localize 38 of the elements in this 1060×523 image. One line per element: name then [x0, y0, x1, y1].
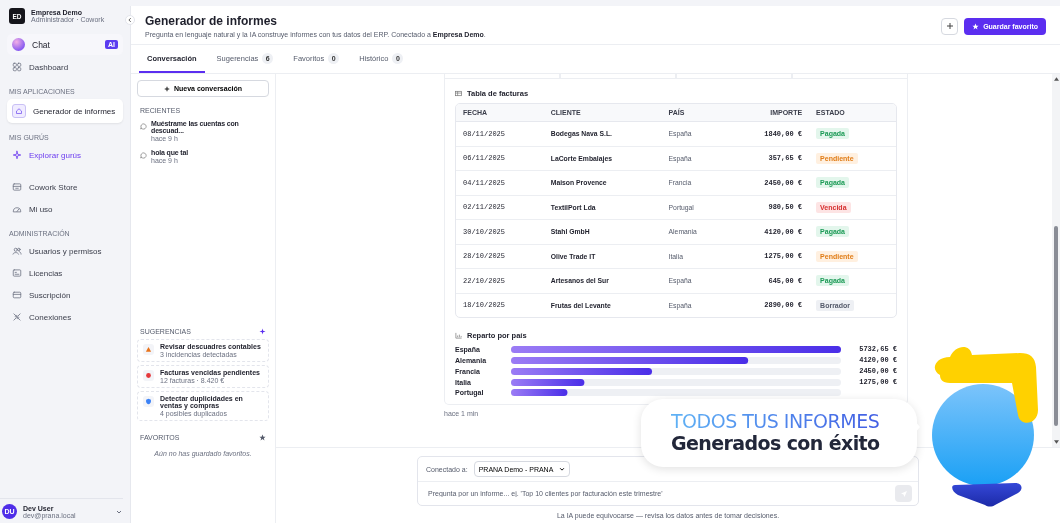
table-icon [455, 90, 462, 97]
sidebar-item[interactable]: Licencias [7, 263, 123, 283]
gauge-icon [12, 204, 22, 214]
sidebar-item[interactable]: Generador de informes [7, 99, 123, 123]
scroll-down-icon[interactable] [1053, 440, 1059, 444]
sidebar-item[interactable]: Dashboard [7, 57, 123, 77]
caret-icon [559, 466, 566, 472]
orb-icon [12, 38, 25, 51]
sidebar-link[interactable]: Explorar gurús [7, 145, 123, 165]
star-icon [972, 22, 980, 30]
sidebar-item[interactable]: Usuarios y permisos [7, 241, 123, 261]
sidebar-item[interactable]: Mi uso [7, 199, 123, 219]
sidebar-item[interactable]: Cowork Store [7, 177, 123, 197]
sparkle-icon [12, 150, 22, 160]
promo-subheading: Generados con éxito [671, 433, 881, 455]
sparkle-icon [259, 328, 266, 335]
page-title: Generador de informes [145, 14, 279, 28]
plug-icon [12, 312, 22, 322]
chevron-left-icon [127, 17, 133, 23]
bar-chart-icon [455, 332, 462, 339]
store-icon [12, 182, 22, 192]
chat-bubble-icon [140, 123, 147, 130]
star-icon [259, 434, 266, 441]
id-card-icon [12, 268, 22, 278]
scrollbar[interactable] [1052, 74, 1060, 447]
plus-icon [163, 85, 170, 92]
grid-icon [12, 62, 22, 72]
bar [511, 389, 568, 396]
scroll-up-icon[interactable] [1053, 77, 1059, 81]
users-icon [12, 246, 22, 256]
add-button[interactable] [941, 17, 959, 35]
sidebar-item[interactable]: Conexiones [7, 307, 123, 327]
credit-card-icon [12, 290, 22, 300]
app-icon [12, 104, 26, 118]
plus-icon [945, 22, 954, 30]
chat-bubble-icon [140, 152, 147, 159]
scroll-thumb[interactable] [1054, 226, 1058, 426]
sidebar-item[interactable]: Suscripción [7, 285, 123, 305]
